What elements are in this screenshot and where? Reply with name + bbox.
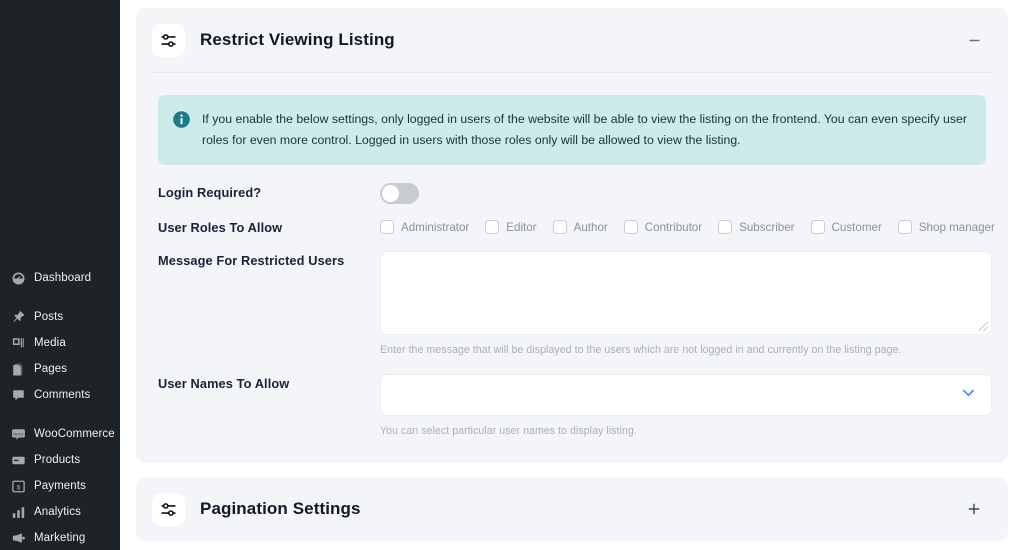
sidebar-item-payments[interactable]: $ Payments — [0, 473, 120, 499]
page-title: Restrict Viewing Listing — [200, 30, 395, 50]
pagination-panel-header[interactable]: Pagination Settings — [136, 477, 1008, 541]
chevron-down-icon[interactable] — [959, 383, 978, 407]
user-roles-row: User Roles To Allow Administrator Editor A… — [158, 218, 986, 235]
info-icon — [172, 109, 191, 151]
marketing-icon — [9, 529, 27, 547]
role-label: Customer — [832, 221, 882, 234]
sidebar-item-analytics[interactable]: Analytics — [0, 499, 120, 525]
pages-icon — [9, 360, 27, 378]
checkbox-box[interactable] — [811, 220, 825, 234]
checkbox-box[interactable] — [485, 220, 499, 234]
sidebar-menu: Dashboard Posts Media Pages Comments WOO WooCo… — [0, 265, 120, 550]
message-row: Message For Restricted Users Enter the m… — [158, 251, 986, 356]
sidebar-item-label: Comments — [34, 389, 90, 401]
checkbox-box[interactable] — [718, 220, 732, 234]
user-roles-checkbox-group: Administrator Editor Author Contributor Subs… — [380, 218, 1011, 234]
role-label: Subscriber — [739, 221, 794, 234]
sidebar-item-label: Products — [34, 454, 80, 466]
role-checkbox-author[interactable]: Author — [553, 220, 608, 234]
woocommerce-icon: WOO — [9, 425, 27, 443]
svg-text:$: $ — [16, 484, 20, 491]
login-required-label: Login Required? — [158, 183, 380, 200]
user-names-label: User Names To Allow — [158, 374, 380, 391]
role-label: Contributor — [645, 221, 702, 234]
minus-icon[interactable] — [962, 28, 986, 52]
info-notice: If you enable the below settings, only l… — [158, 95, 986, 165]
role-label: Author — [574, 221, 608, 234]
sidebar-item-dashboard[interactable]: Dashboard — [0, 265, 120, 291]
analytics-icon — [9, 503, 27, 521]
sidebar-item-comments[interactable]: Comments — [0, 382, 120, 408]
restrict-panel-header[interactable]: Restrict Viewing Listing — [136, 8, 1008, 72]
role-label: Shop manager — [919, 221, 995, 234]
wp-admin-sidebar: Dashboard Posts Media Pages Comments WOO WooCo… — [0, 0, 120, 550]
svg-text:WOO: WOO — [13, 431, 23, 436]
sidebar-item-label: Media — [34, 337, 66, 349]
message-helper-text: Enter the message that will be displayed… — [380, 344, 992, 356]
login-required-toggle[interactable] — [380, 183, 419, 204]
user-names-field: You can select particular user names to … — [380, 374, 992, 437]
login-required-field — [380, 183, 986, 204]
app-screen: Dashboard Posts Media Pages Comments WOO WooCo… — [0, 0, 1024, 550]
sidebar-item-label: Marketing — [34, 532, 85, 544]
message-field: Enter the message that will be displayed… — [380, 251, 992, 356]
sidebar-item-posts[interactable]: Posts — [0, 304, 120, 330]
sliders-icon — [152, 493, 185, 526]
user-names-select[interactable] — [380, 374, 992, 416]
sidebar-item-label: Posts — [34, 311, 63, 323]
login-required-row: Login Required? — [158, 183, 986, 204]
restrict-panel-body: If you enable the below settings, only l… — [136, 73, 1008, 463]
user-roles-label: User Roles To Allow — [158, 218, 380, 235]
sidebar-item-label: WooCommerce — [34, 428, 115, 440]
sidebar-item-media[interactable]: Media — [0, 330, 120, 356]
role-checkbox-editor[interactable]: Editor — [485, 220, 536, 234]
restrict-viewing-listing-panel: Restrict Viewing Listing — [136, 8, 1008, 463]
role-checkbox-administrator[interactable]: Administrator — [380, 220, 469, 234]
message-textarea[interactable] — [380, 251, 992, 335]
role-checkbox-subscriber[interactable]: Subscriber — [718, 220, 794, 234]
posts-pin-icon — [9, 308, 27, 326]
checkbox-box[interactable] — [553, 220, 567, 234]
user-names-row: User Names To Allow You can select parti… — [158, 374, 986, 437]
role-label: Administrator — [401, 221, 469, 234]
products-icon — [9, 451, 27, 469]
checkbox-box[interactable] — [898, 220, 912, 234]
sidebar-item-woocommerce[interactable]: WOO WooCommerce — [0, 421, 120, 447]
sidebar-item-pages[interactable]: Pages — [0, 356, 120, 382]
dashboard-icon — [9, 269, 27, 287]
role-checkbox-contributor[interactable]: Contributor — [624, 220, 702, 234]
sidebar-item-products[interactable]: Products — [0, 447, 120, 473]
notice-text: If you enable the below settings, only l… — [202, 109, 970, 151]
sidebar-separator — [0, 408, 120, 421]
checkbox-box[interactable] — [380, 220, 394, 234]
user-roles-field: Administrator Editor Author Contributor Subs… — [380, 218, 1011, 234]
sidebar-item-label: Pages — [34, 363, 67, 375]
pagination-title: Pagination Settings — [200, 499, 361, 519]
role-checkbox-customer[interactable]: Customer — [811, 220, 882, 234]
plus-icon[interactable] — [962, 497, 986, 521]
media-icon — [9, 334, 27, 352]
role-checkbox-shop-manager[interactable]: Shop manager — [898, 220, 995, 234]
user-names-helper-text: You can select particular user names to … — [380, 425, 992, 437]
sidebar-item-label: Analytics — [34, 506, 81, 518]
comments-icon — [9, 386, 27, 404]
main-content: Restrict Viewing Listing — [120, 0, 1024, 550]
checkbox-box[interactable] — [624, 220, 638, 234]
sliders-icon — [152, 24, 185, 57]
sidebar-item-marketing[interactable]: Marketing — [0, 525, 120, 550]
sidebar-separator — [0, 291, 120, 304]
resize-grip-icon[interactable] — [979, 322, 988, 331]
sidebar-item-label: Payments — [34, 480, 86, 492]
message-label: Message For Restricted Users — [158, 251, 380, 268]
pagination-settings-panel: Pagination Settings — [136, 477, 1008, 541]
sidebar-item-label: Dashboard — [34, 272, 91, 284]
payments-icon: $ — [9, 477, 27, 495]
role-label: Editor — [506, 221, 536, 234]
